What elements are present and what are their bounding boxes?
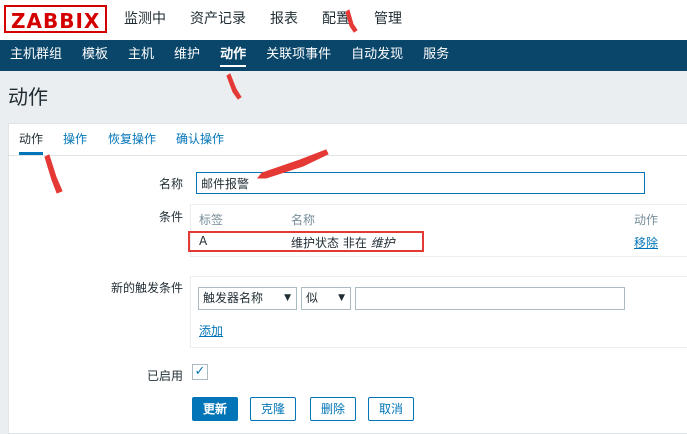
delete-button[interactable]: 删除 [310,397,357,421]
checkmark-icon: ✓ [194,364,206,379]
conditions-header-action: 动作 [634,213,659,227]
condition-remove-link[interactable]: 移除 [634,234,658,251]
sub-nav-discovery[interactable]: 自动发现 [341,40,413,71]
new-condition-label: 新的触发条件 [110,281,183,295]
conditions-header-name: 名称 [291,213,316,227]
tab-recovery-operations[interactable]: 恢复操作 [108,124,156,154]
condition-operator-value: 似 [306,291,319,305]
name-input[interactable] [196,172,645,194]
highlight-box [188,231,424,252]
condition-operator-select[interactable]: 似 ▼ [301,287,351,310]
top-bar: ZABBIX 监测中 资产记录 报表 配置 管理 [0,0,687,40]
top-nav-monitoring[interactable]: 监测中 [112,0,178,40]
clone-button[interactable]: 克隆 [250,397,297,421]
chevron-down-icon: ▼ [338,293,345,303]
arrow-to-actions-icon [226,73,242,100]
top-nav-configuration[interactable]: 配置 [310,0,362,40]
sub-nav-actions[interactable]: 动作 [210,40,256,71]
enabled-checkbox[interactable]: ✓ [192,364,208,380]
sub-nav-maintenance[interactable]: 维护 [164,40,210,71]
conditions-header-tag: 标签 [199,213,224,227]
tab-acknowledge-operations[interactable]: 确认操作 [176,124,224,154]
sub-nav-event-correlation[interactable]: 关联项事件 [256,40,341,71]
sub-nav-services[interactable]: 服务 [413,40,459,71]
tab-bar: 动作 操作 恢复操作 确认操作 [9,124,687,156]
tab-operations[interactable]: 操作 [63,124,87,154]
top-nav-reports[interactable]: 报表 [258,0,310,40]
sub-nav-templates[interactable]: 模板 [72,40,118,71]
top-nav-administration[interactable]: 管理 [362,0,414,40]
zabbix-logo[interactable]: ZABBIX [4,5,108,33]
condition-type-value: 触发器名称 [203,291,264,305]
page-title: 动作 [8,85,48,109]
condition-type-select[interactable]: 触发器名称 ▼ [198,287,297,310]
sub-nav-hosts[interactable]: 主机 [118,40,164,71]
sub-nav-host-groups[interactable]: 主机群组 [0,40,72,71]
cancel-button[interactable]: 取消 [368,397,415,421]
condition-value-input[interactable] [355,287,625,310]
enabled-label: 已启用 [146,369,183,383]
tab-action[interactable]: 动作 [19,124,44,155]
sub-nav: 主机群组 模板 主机 维护 动作 关联项事件 自动发现 服务 [0,40,687,71]
update-button[interactable]: 更新 [192,397,239,421]
conditions-label: 条件 [158,210,183,224]
add-condition-link[interactable]: 添加 [199,322,223,339]
top-nav-inventory[interactable]: 资产记录 [178,0,258,40]
chevron-down-icon: ▼ [284,293,291,303]
top-nav: 监测中 资产记录 报表 配置 管理 [112,0,414,40]
name-label: 名称 [158,177,183,191]
action-form-card: 动作 操作 恢复操作 确认操作 名称 条件 标签 名称 动作 A 维护状态 非在… [8,123,687,434]
new-condition-box: 触发器名称 ▼ 似 ▼ 添加 [190,276,687,348]
